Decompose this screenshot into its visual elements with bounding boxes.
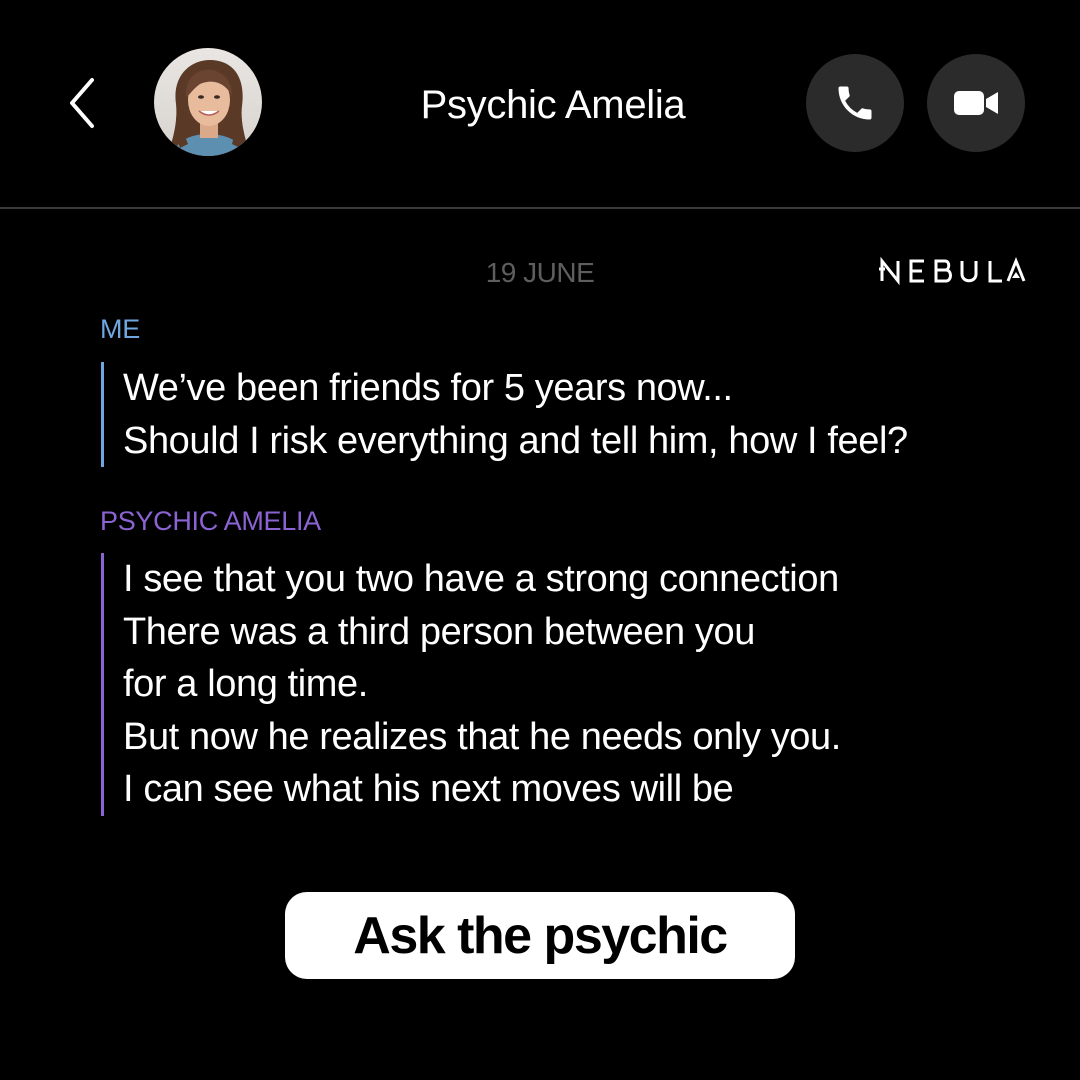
brand-logo [879, 256, 1026, 286]
message-psychic[interactable]: I see that you two have a strong connect… [101, 553, 841, 816]
video-call-button[interactable] [927, 54, 1025, 152]
video-camera-icon [954, 91, 998, 115]
chat-date: 19 JUNE [485, 257, 595, 288]
sender-label-me: ME [100, 314, 140, 344]
avatar-image [154, 48, 262, 156]
message-line: Should I risk everything and tell him, h… [123, 419, 908, 462]
message-line: There was a third person between you [123, 610, 755, 653]
ask-the-psychic-button[interactable]: Ask the psychic [285, 892, 795, 979]
contact-name: Psychic Amelia [420, 83, 686, 127]
message-line: We’ve been friends for 5 years now... [123, 367, 733, 409]
voice-call-button[interactable] [806, 54, 904, 152]
chat-header: Psychic Amelia [0, 0, 1080, 209]
message-line: I can see what his next moves will be [123, 768, 734, 810]
phone-icon [838, 86, 872, 120]
message-me[interactable]: We’ve been friends for 5 years now... Sh… [101, 362, 908, 467]
back-button[interactable] [62, 74, 106, 132]
message-line: But now he realizes that he needs only y… [123, 715, 841, 758]
chevron-left-icon [70, 78, 94, 128]
message-line: I see that you two have a strong connect… [123, 558, 839, 600]
avatar[interactable] [154, 48, 262, 156]
message-line: for a long time. [123, 663, 368, 705]
sender-label-psychic: PSYCHIC AMELIA [100, 506, 321, 536]
nebula-logo [878, 256, 1026, 286]
